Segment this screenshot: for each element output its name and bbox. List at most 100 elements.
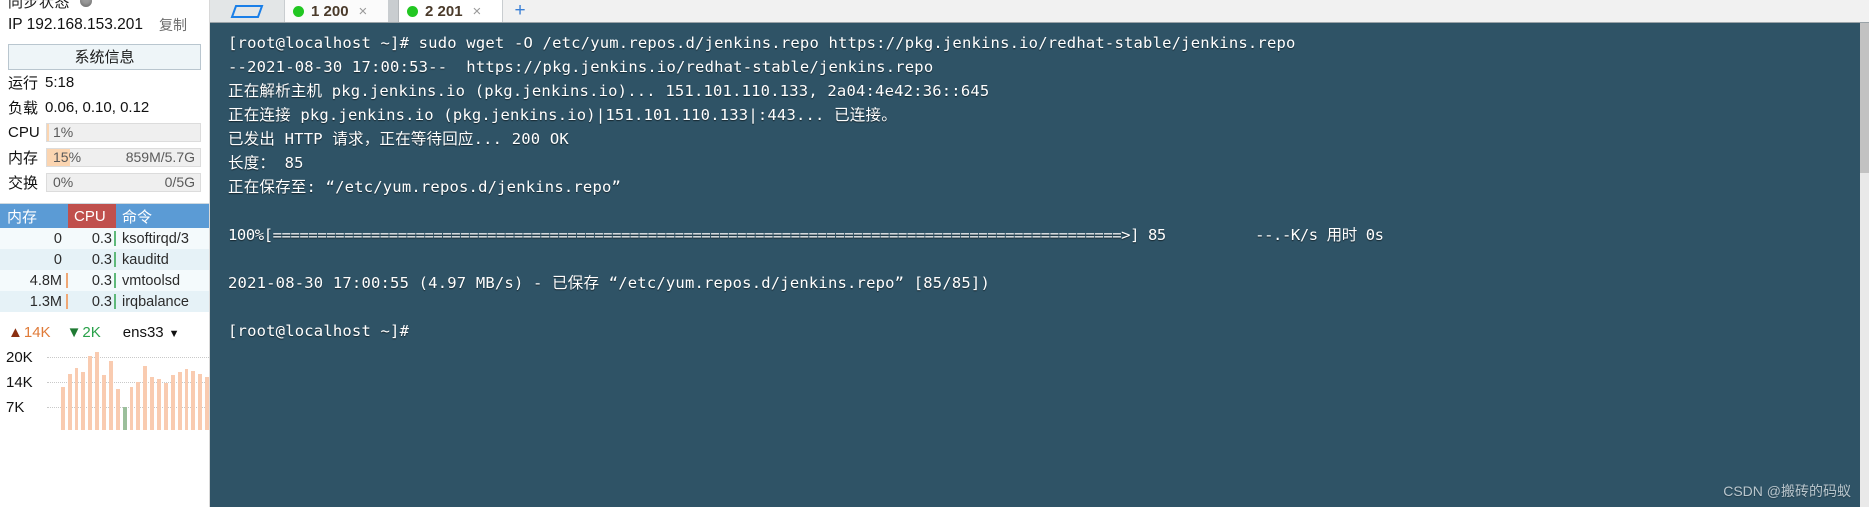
network-bar [157, 378, 161, 430]
network-bar [108, 361, 113, 430]
terminal-tab-2[interactable]: 2 201 × [399, 0, 503, 22]
meter-row-交换: 交换 0% 0/5G [0, 170, 209, 195]
column-header-command[interactable]: 命令 [116, 204, 209, 228]
terminal-line: --2021-08-30 17:00:53-- https://pkg.jenk… [228, 58, 934, 76]
terminal-scrollbar[interactable] [1860, 23, 1869, 507]
meter-row-CPU: CPU 1% [0, 120, 209, 145]
network-bar [102, 375, 106, 430]
scale-label-low: 7K [6, 399, 25, 416]
table-row[interactable]: 4.8M 0.3 vmtoolsd [0, 270, 209, 291]
cell-cpu: 0.3 [68, 228, 116, 249]
network-traffic-graph: 20K 14K 7K [0, 345, 209, 430]
network-graph-scale: 20K 14K 7K [6, 345, 33, 420]
plus-icon[interactable]: + [503, 0, 537, 22]
network-bar [67, 373, 72, 430]
uptime-label: 运行 [8, 75, 39, 92]
table-row[interactable]: 0 0.3 ksoftirqd/3 [0, 228, 209, 249]
terminal-line: [root@localhost ~]# [228, 322, 410, 340]
meter-percent: 0% [53, 174, 74, 190]
close-icon[interactable]: × [359, 3, 368, 20]
terminal-line: 正在连接 pkg.jenkins.io (pkg.jenkins.io)|151… [228, 106, 897, 124]
meter-detail: 859M/5.7G [125, 149, 195, 165]
tab-label: 1 200 [311, 2, 349, 20]
chevron-down-icon: ▼ [168, 327, 180, 340]
copy-ip-button[interactable]: 复制 [159, 15, 187, 35]
terminal-output[interactable]: [root@localhost ~]# sudo wget -O /etc/yu… [210, 23, 1869, 507]
meter-label: CPU [8, 124, 40, 141]
scale-label-top: 20K [6, 349, 33, 366]
tab-label: 2 201 [425, 2, 463, 20]
load-average-label: 负载 [8, 100, 39, 117]
network-bar [150, 376, 154, 430]
network-bar [163, 383, 168, 430]
process-table-header: 内存 CPU 命令 [0, 204, 209, 228]
meter-label: 内存 [8, 150, 39, 167]
network-bar [198, 373, 203, 430]
folder-icon[interactable] [210, 0, 285, 22]
network-bar [170, 375, 175, 430]
cpu-tick [114, 273, 116, 288]
system-info-button[interactable]: 系统信息 [8, 44, 201, 70]
meter-bar: 1% [46, 123, 201, 142]
network-bar [60, 387, 65, 430]
meter-fill [47, 124, 49, 141]
terminal-line: 2021-08-30 17:00:55 (4.97 MB/s) - 已保存 “/… [228, 274, 990, 292]
network-bar [136, 381, 141, 430]
resource-meters: CPU 1% 内存 15% 859M/5.7G 交换 0% 0/5G [0, 120, 209, 195]
meter-row-内存: 内存 15% 859M/5.7G [0, 145, 209, 170]
terminal-line: 已发出 HTTP 请求，正在等待回应... 200 OK [228, 130, 569, 148]
network-bar [184, 369, 189, 430]
meter-detail: 0/5G [164, 174, 195, 190]
network-interface-select[interactable]: ens33 ▼ [123, 324, 180, 341]
process-table-body: 0 0.3 ksoftirqd/3 0 0.3 kauditd 4.8M 0.3 vmtools… [0, 228, 209, 312]
load-average-value: 0.06, 0.10, 0.12 [45, 99, 150, 116]
arrow-down-icon: ▼ [66, 323, 82, 341]
terminal-line: 正在保存至: “/etc/yum.repos.d/jenkins.repo” [228, 178, 622, 196]
table-row[interactable]: 0 0.3 kauditd [0, 249, 209, 270]
cpu-tick [114, 252, 116, 267]
cell-command: vmtoolsd [122, 272, 181, 289]
column-header-cpu[interactable]: CPU [68, 204, 116, 228]
network-interface-label: ens33 [122, 323, 164, 341]
cell-command: irqbalance [122, 293, 189, 310]
cell-memory: 1.3M [0, 291, 68, 312]
cell-memory: 4.8M [0, 270, 68, 291]
terminal-line: 正在解析主机 pkg.jenkins.io (pkg.jenkins.io)..… [228, 82, 990, 100]
cpu-tick [114, 231, 116, 246]
meter-percent: 15% [53, 149, 82, 165]
terminal-pane: 1 200 × 2 201 × + [root@localhost ~]# sudo … [210, 0, 1869, 507]
network-download-value: 2K [82, 323, 101, 341]
network-bars [47, 347, 209, 430]
cell-cpu: 0.3 [68, 249, 116, 270]
network-bar [122, 406, 127, 430]
cell-memory: 0 [53, 251, 62, 268]
network-bar [177, 372, 182, 430]
green-dot-icon [293, 5, 304, 17]
tab-bar: 1 200 × 2 201 × + [210, 0, 1869, 23]
network-bar [81, 372, 86, 430]
network-bar [88, 355, 93, 430]
close-icon[interactable]: × [473, 3, 482, 20]
ip-address-row: IP 192.168.153.201 复制 [0, 12, 209, 38]
meter-label: 交换 [8, 175, 39, 192]
meter-bar: 0% 0/5G [46, 173, 201, 192]
network-bar [143, 366, 148, 430]
column-header-memory[interactable]: 内存 [0, 204, 68, 228]
scale-label-mid: 14K [6, 374, 33, 391]
tab-list: 1 200 × 2 201 × [285, 0, 503, 22]
tab-scroll-handle[interactable] [389, 0, 399, 22]
terminal-screen[interactable]: [root@localhost ~]# sudo wget -O /etc/yu… [210, 23, 1869, 507]
sync-status-label: 同步状态 [8, 0, 71, 11]
terminal-tab-1[interactable]: 1 200 × [285, 0, 389, 22]
uptime-row: 运行 5:18 [0, 70, 209, 95]
terminal-line: 100%[===================================… [228, 226, 1384, 244]
scrollbar-thumb[interactable] [1860, 23, 1869, 173]
network-bar [191, 370, 196, 430]
cell-cpu: 0.3 [68, 270, 116, 291]
load-average-row: 负载 0.06, 0.10, 0.12 [0, 95, 209, 120]
network-bar [95, 352, 99, 430]
table-row[interactable]: 1.3M 0.3 irqbalance [0, 291, 209, 312]
